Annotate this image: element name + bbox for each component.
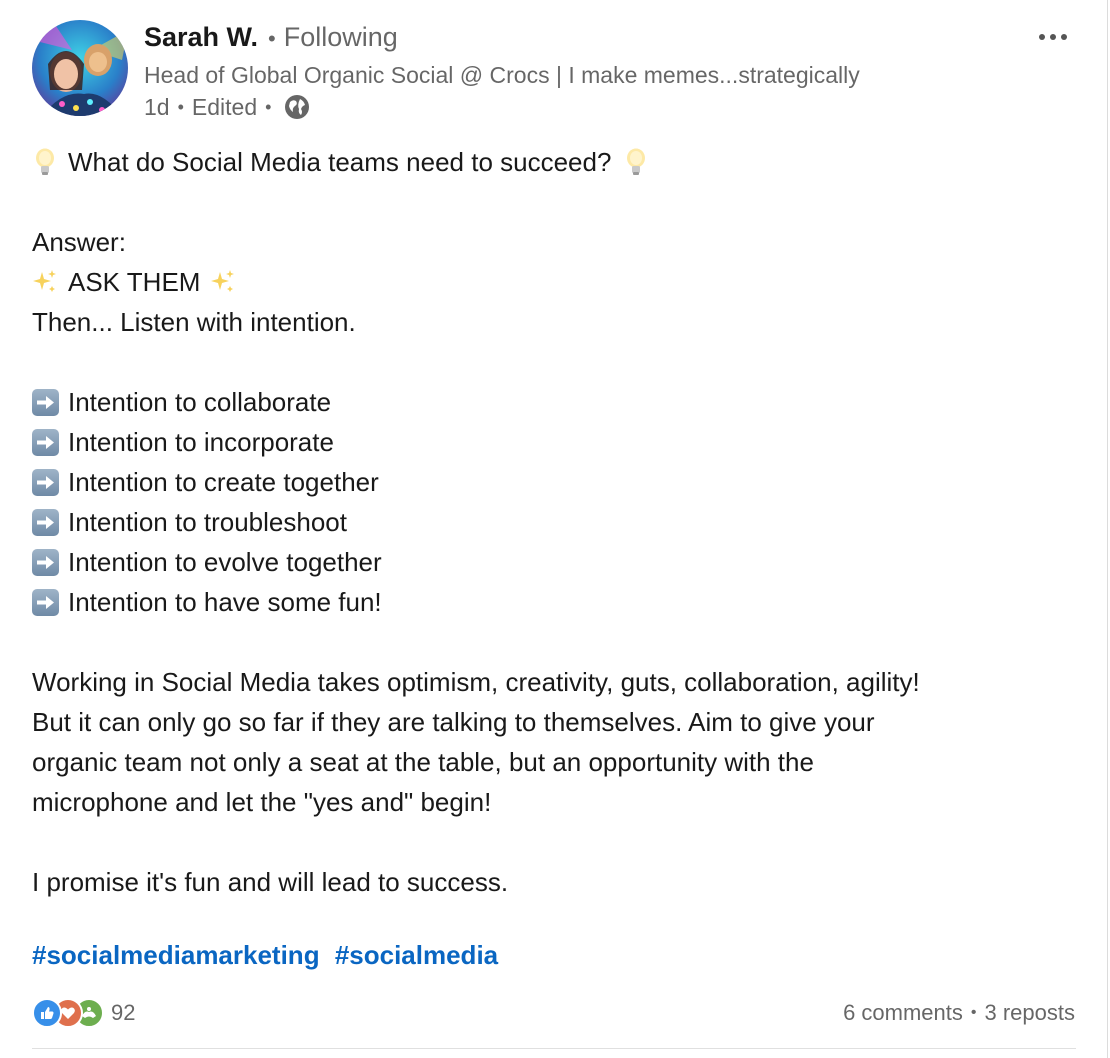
author-avatar[interactable] xyxy=(32,20,128,116)
author-headline: Head of Global Organic Social @ Crocs | … xyxy=(144,62,860,88)
paragraph-line: But it can only go so far if they are ta… xyxy=(32,707,875,737)
more-options-button[interactable] xyxy=(1028,22,1078,52)
intention-text: Intention to have some fun! xyxy=(68,587,382,617)
listen-line: Then... Listen with intention. xyxy=(32,307,356,337)
post-meta: 1d • Edited • xyxy=(144,93,311,121)
paragraph-line: organic team not only a seat at the tabl… xyxy=(32,747,814,777)
globe-icon xyxy=(283,93,311,121)
question-line: What do Social Media teams need to succe… xyxy=(32,142,1082,182)
reaction-count[interactable]: 92 xyxy=(111,1000,135,1026)
right-arrow-icon xyxy=(32,588,59,616)
right-arrow-icon xyxy=(32,428,59,456)
intention-item: Intention to have some fun! xyxy=(32,582,1082,622)
ask-them-line: ASK THEM xyxy=(32,262,1082,302)
hashtag-link[interactable]: #socialmedia xyxy=(335,940,498,970)
author-name-row: Sarah W. • Following xyxy=(144,22,398,53)
author-name[interactable]: Sarah W. xyxy=(144,22,258,53)
intention-text: Intention to collaborate xyxy=(68,387,332,417)
intention-item: Intention to create together xyxy=(32,462,1082,502)
ask-them-text: ASK THEM xyxy=(68,267,201,297)
paragraph-line: Working in Social Media takes optimism, … xyxy=(32,667,920,697)
time-ago[interactable]: 1d xyxy=(144,94,170,121)
hashtag-link[interactable]: #socialmediamarketing xyxy=(32,940,320,970)
social-counts: 6 comments • 3 reposts xyxy=(843,1000,1075,1026)
separator-dot: • xyxy=(268,26,276,51)
separator-dot: • xyxy=(177,96,184,117)
right-arrow-icon xyxy=(32,508,59,536)
intention-item: Intention to collaborate xyxy=(32,382,1082,422)
intention-item: Intention to troubleshoot xyxy=(32,502,1082,542)
separator-dot: • xyxy=(265,96,272,117)
post-card: Sarah W. • Following Head of Global Orga… xyxy=(0,0,1108,1058)
lightbulb-icon xyxy=(32,147,58,177)
question-text: What do Social Media teams need to succe… xyxy=(68,147,612,177)
reposts-count[interactable]: 3 reposts xyxy=(985,1000,1076,1026)
intention-text: Intention to troubleshoot xyxy=(68,507,347,537)
right-arrow-icon xyxy=(32,388,59,416)
lightbulb-icon xyxy=(623,147,649,177)
paragraph-line: microphone and let the "yes and" begin! xyxy=(32,787,492,817)
intention-item: Intention to incorporate xyxy=(32,422,1082,462)
post-text: What do Social Media teams need to succe… xyxy=(32,142,1082,902)
separator-dot: • xyxy=(970,1004,977,1021)
right-arrow-icon xyxy=(32,468,59,496)
intention-text: Intention to incorporate xyxy=(68,427,334,457)
reactions-summary[interactable]: 92 xyxy=(32,998,135,1028)
edited-label: Edited xyxy=(191,93,258,120)
intention-item: Intention to evolve together xyxy=(32,542,1082,582)
divider xyxy=(32,1048,1076,1049)
comments-count[interactable]: 6 comments xyxy=(843,1000,963,1026)
right-arrow-icon xyxy=(32,548,59,576)
intention-text: Intention to evolve together xyxy=(68,547,382,577)
more-horizontal-icon xyxy=(1039,34,1067,40)
answer-label: Answer: xyxy=(32,227,126,257)
sparkles-icon xyxy=(210,269,236,295)
sparkles-icon xyxy=(32,269,58,295)
hashtags: #socialmediamarketing #socialmedia xyxy=(32,940,498,971)
follow-status[interactable]: Following xyxy=(284,22,398,53)
intention-text: Intention to create together xyxy=(68,467,379,497)
closing-line: I promise it's fun and will lead to succ… xyxy=(32,867,509,897)
like-icon xyxy=(32,998,62,1028)
